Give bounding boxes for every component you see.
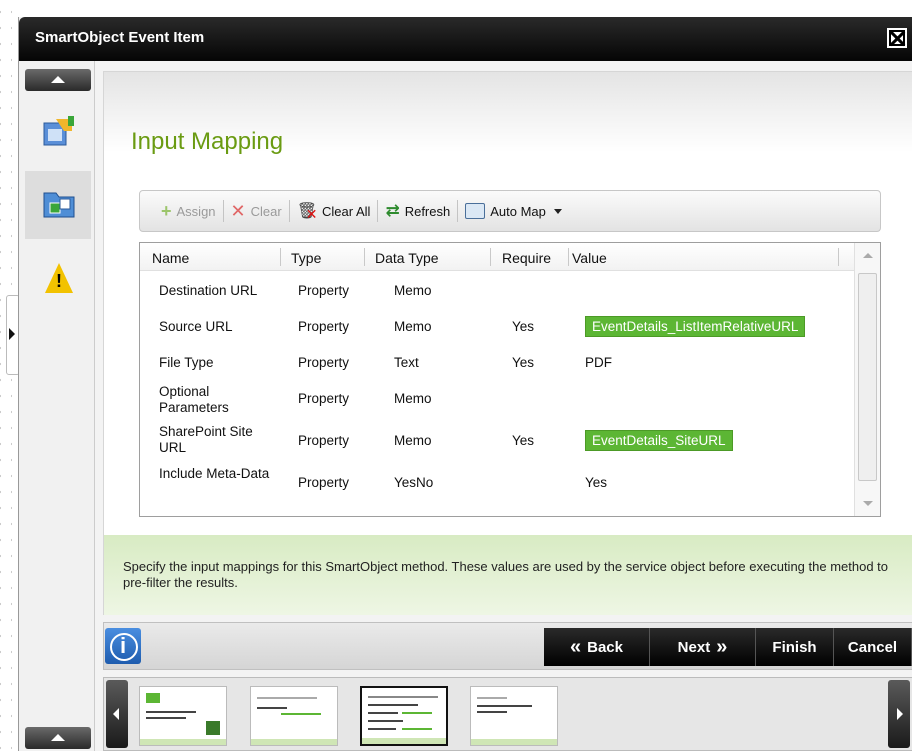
step-thumbnail-selected[interactable] xyxy=(360,686,448,746)
field-chip-value[interactable]: EventDetails_ListItemRelativeURL xyxy=(585,316,806,337)
row-required: Yes xyxy=(512,319,535,334)
refresh-icon: ⇄ xyxy=(385,201,400,220)
cancel-label: Cancel xyxy=(847,638,898,656)
nav-up-button[interactable] xyxy=(25,69,91,91)
step-thumbnail[interactable] xyxy=(250,686,338,746)
refresh-label: Refresh xyxy=(404,203,451,219)
plus-icon: + xyxy=(161,200,172,221)
dialog-window: SmartObject Event Item ! Input Mapping +… xyxy=(18,17,912,751)
table-row[interactable]: File Type Property Text Yes PDF xyxy=(140,345,854,381)
mapping-toolbar: + Assign ✕ Clear 🗑 ✕ Clear All ⇄ Refresh … xyxy=(139,190,881,232)
row-name: Source URL xyxy=(159,319,233,334)
clear-all-button[interactable]: 🗑 ✕ Clear All xyxy=(290,197,378,225)
step-thumbnail[interactable] xyxy=(139,686,227,746)
row-name: File Type xyxy=(159,355,214,370)
grid-scrollbar[interactable] xyxy=(854,243,880,516)
double-chevron-left-icon: « xyxy=(570,635,582,658)
finish-label: Finish xyxy=(772,638,817,656)
clear-all-label: Clear All xyxy=(322,203,371,219)
refresh-button[interactable]: ⇄ Refresh xyxy=(378,197,457,225)
heading-band: Input Mapping xyxy=(104,72,912,172)
table-row[interactable]: Destination URL Property Memo xyxy=(140,273,854,309)
nav-bottom-up-button[interactable] xyxy=(25,727,91,749)
table-row[interactable]: Optional Parameters Property Memo xyxy=(140,381,854,417)
next-button[interactable]: Next » xyxy=(650,628,756,666)
assign-label: Assign xyxy=(176,203,216,219)
col-name[interactable]: Name xyxy=(152,250,189,266)
scroll-down-icon[interactable] xyxy=(863,501,873,506)
clear-label: Clear xyxy=(250,203,282,219)
chevron-down-icon xyxy=(553,208,562,214)
row-data-type: YesNo xyxy=(394,475,434,490)
row-data-type: Memo xyxy=(394,391,432,406)
nav-step-mapping-icon[interactable] xyxy=(25,171,91,239)
thumbs-prev-button[interactable] xyxy=(106,680,128,748)
field-chip-value[interactable]: EventDetails_SiteURL xyxy=(585,430,733,451)
row-required: Yes xyxy=(512,355,535,370)
col-data-type[interactable]: Data Type xyxy=(375,250,439,266)
close-icon[interactable] xyxy=(887,28,907,48)
title-bar: SmartObject Event Item xyxy=(19,17,912,61)
warning-mark: ! xyxy=(56,271,62,291)
table-row[interactable]: SharePoint Site URL Property Memo Yes Ev… xyxy=(140,423,854,459)
row-name: SharePoint Site URL xyxy=(159,424,253,455)
table-row[interactable]: Source URL Property Memo Yes EventDetail… xyxy=(140,309,854,345)
nav-step-warnings-icon[interactable]: ! xyxy=(25,247,91,315)
finish-button[interactable]: Finish xyxy=(756,628,834,666)
row-value[interactable]: Yes xyxy=(585,475,607,490)
page-guide xyxy=(0,0,12,751)
help-text: Specify the input mappings for this Smar… xyxy=(104,535,912,615)
clear-button[interactable]: ✕ Clear xyxy=(224,197,289,225)
thumbs-next-button[interactable] xyxy=(888,680,910,748)
row-name: Include Meta-Data xyxy=(159,466,270,481)
next-label: Next xyxy=(677,638,711,656)
row-type: Property xyxy=(298,355,350,370)
dialog-title: SmartObject Event Item xyxy=(35,29,205,46)
auto-map-dropdown[interactable]: Auto Map xyxy=(458,197,569,225)
row-data-type: Memo xyxy=(394,283,432,298)
step-thumbnail-strip xyxy=(103,677,912,751)
nav-step-event-icon[interactable] xyxy=(25,99,91,167)
double-chevron-right-icon: » xyxy=(716,635,728,658)
main-panel: Input Mapping + Assign ✕ Clear 🗑 ✕ Clear … xyxy=(103,71,912,615)
auto-map-icon xyxy=(465,203,486,219)
trash-clear-icon: 🗑 ✕ xyxy=(296,203,318,222)
row-type: Property xyxy=(298,283,350,298)
step-thumbnail[interactable] xyxy=(470,686,558,746)
mapping-grid: Name Type Data Type Require Value Destin… xyxy=(139,242,881,517)
assign-button[interactable]: + Assign xyxy=(154,197,223,225)
scroll-thumb[interactable] xyxy=(858,273,877,481)
cancel-button[interactable]: Cancel xyxy=(834,628,912,666)
folder-mapping-icon xyxy=(43,192,75,218)
x-icon: ✕ xyxy=(230,200,246,221)
auto-map-label: Auto Map xyxy=(490,203,546,219)
row-type: Property xyxy=(298,433,350,448)
row-type: Property xyxy=(298,391,350,406)
wizard-button-bar: i « Back Next » Finish Cancel xyxy=(103,622,912,670)
row-data-type: Memo xyxy=(394,319,432,334)
row-data-type: Text xyxy=(394,355,419,370)
col-required[interactable]: Require xyxy=(502,250,551,266)
row-name: Destination URL xyxy=(159,283,258,298)
workflow-event-icon xyxy=(43,116,74,146)
wizard-step-nav: ! xyxy=(19,61,95,751)
row-type: Property xyxy=(298,319,350,334)
grid-header: Name Type Data Type Require Value xyxy=(140,243,854,271)
row-data-type: Memo xyxy=(394,433,432,448)
info-icon[interactable]: i xyxy=(105,628,141,664)
row-required: Yes xyxy=(512,433,535,448)
scroll-up-icon[interactable] xyxy=(863,253,873,258)
row-value[interactable]: PDF xyxy=(585,355,612,370)
table-row[interactable]: Include Meta-Data Property YesNo Yes xyxy=(140,465,854,501)
col-type[interactable]: Type xyxy=(291,250,321,266)
row-type: Property xyxy=(298,475,350,490)
back-label: Back xyxy=(587,638,623,656)
back-button[interactable]: « Back xyxy=(544,628,650,666)
col-value[interactable]: Value xyxy=(572,250,607,266)
row-name: Optional Parameters xyxy=(159,384,229,415)
page-title: Input Mapping xyxy=(131,128,284,155)
